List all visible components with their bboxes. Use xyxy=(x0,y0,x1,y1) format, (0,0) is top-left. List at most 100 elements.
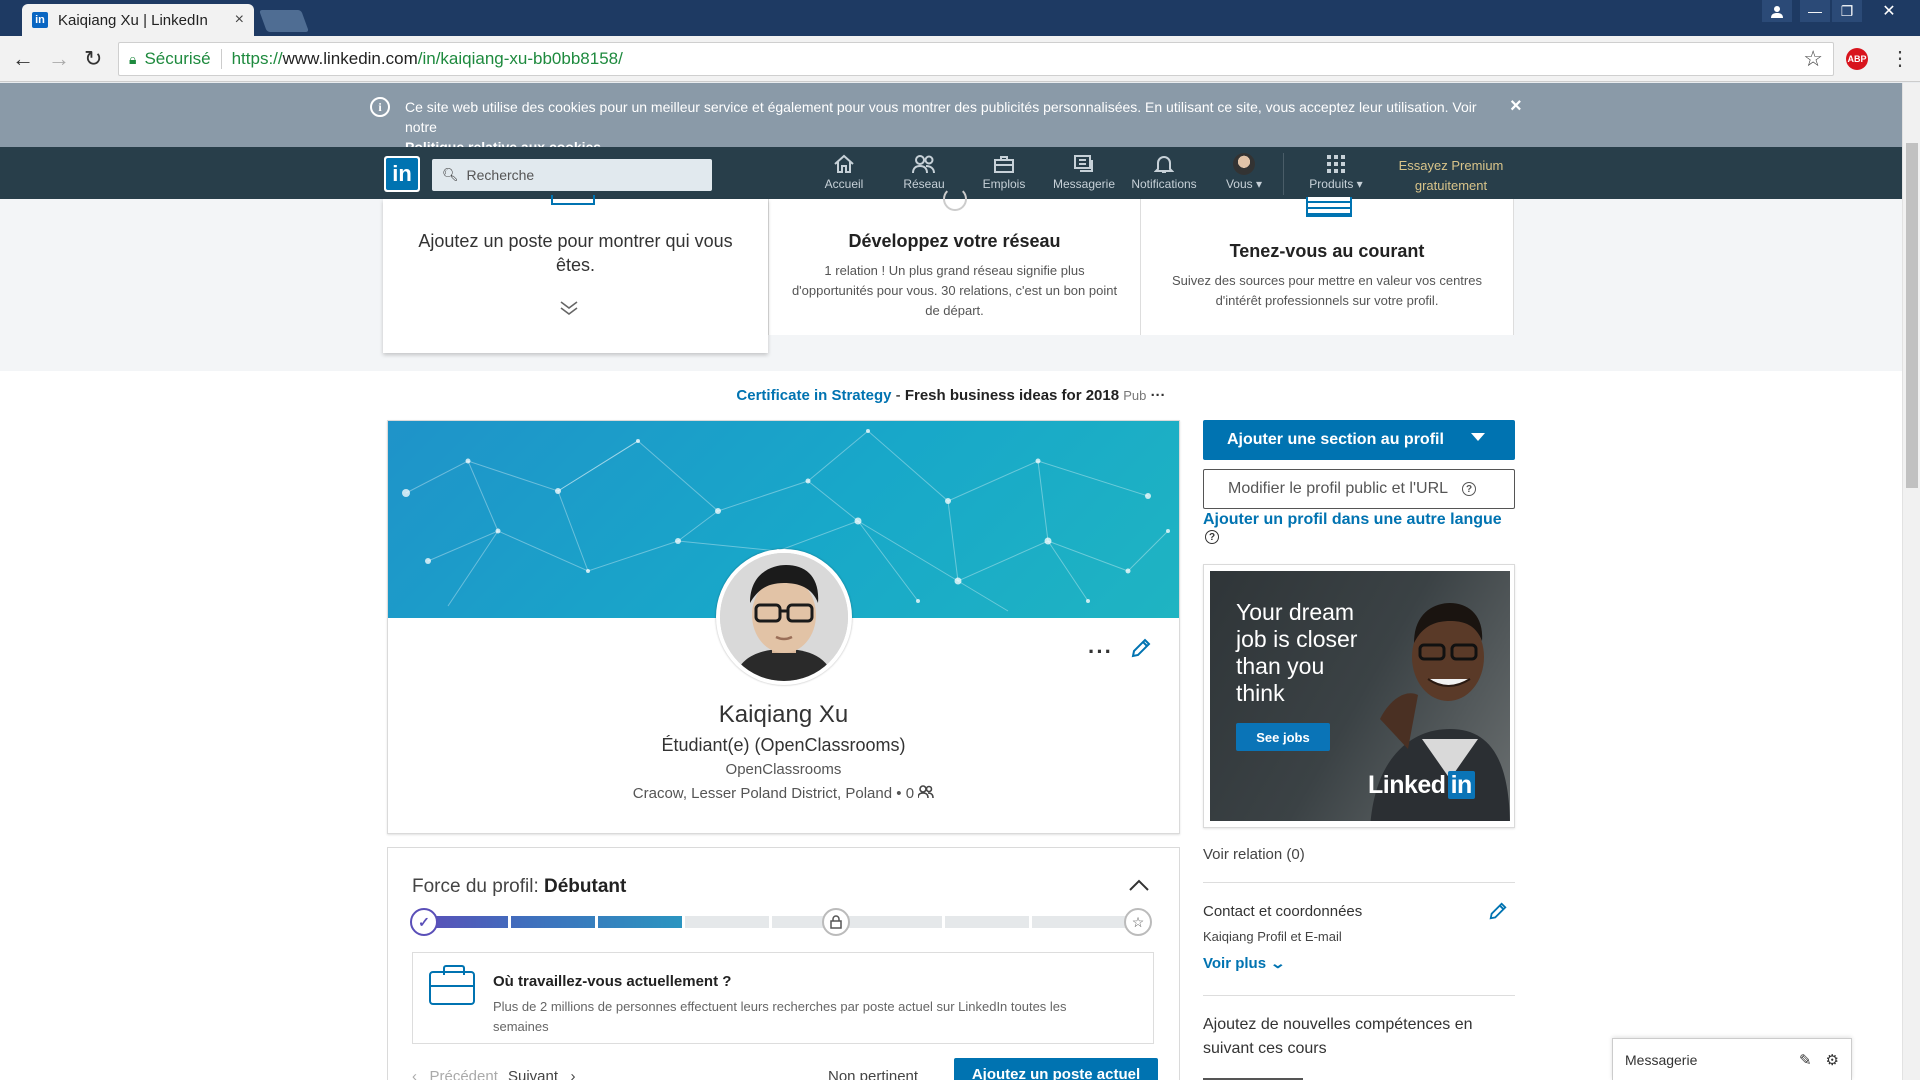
cookie-banner: i Ce site web utilise des cookies pour u… xyxy=(0,83,1902,155)
grow-network-card[interactable]: Développez votre réseau 1 relation ! Un … xyxy=(768,187,1140,335)
browser-tab[interactable]: in Kaiqiang Xu | LinkedIn × xyxy=(22,4,254,36)
adblock-icon[interactable]: ABP xyxy=(1846,48,1868,70)
scrollbar-thumb[interactable] xyxy=(1906,143,1918,488)
help-icon[interactable]: ? xyxy=(1205,530,1219,544)
info-icon: i xyxy=(370,97,390,117)
suggested-courses-title: Ajoutez de nouvelles compétences en suiv… xyxy=(1203,1016,1473,1057)
gear-icon[interactable]: ⚙ xyxy=(1826,1051,1839,1069)
profile-suggestion-cards: Développez votre réseau 1 relation ! Un … xyxy=(383,187,1514,353)
linkedin-logo[interactable]: in xyxy=(384,156,420,192)
profile-photo-image xyxy=(720,553,848,681)
position-card-icon xyxy=(551,195,595,205)
premium-link[interactable]: Essayez Premium gratuitement xyxy=(1386,156,1516,196)
see-jobs-button[interactable]: See jobs xyxy=(1236,723,1330,751)
add-position-card[interactable]: Ajoutez un poste pour montrer qui vous ê… xyxy=(383,195,768,353)
url-text[interactable]: https://www.linkedin.com/in/kaiqiang-xu-… xyxy=(232,49,1804,69)
nav-messaging[interactable]: Messagerie xyxy=(1046,151,1122,197)
address-bar[interactable]: 🔒︎ Sécurisé https://www.linkedin.com/in/… xyxy=(118,42,1834,76)
add-language-profile-link[interactable]: Ajouter un profil dans une autre langue xyxy=(1203,511,1515,529)
previous-label: Précédent xyxy=(429,1068,498,1080)
messaging-icon xyxy=(1073,151,1095,177)
ad-more-icon[interactable]: ··· xyxy=(1151,387,1166,404)
minimize-icon[interactable]: — xyxy=(1800,0,1830,22)
suggestion-desc: Plus de 2 millions de personnes effectue… xyxy=(493,999,1067,1034)
next-label: Suivant xyxy=(508,1068,559,1080)
grid-icon xyxy=(1327,151,1345,177)
lock-milestone-icon xyxy=(822,908,850,936)
tab-close-icon[interactable]: × xyxy=(235,11,244,29)
browser-menu-icon[interactable]: ⋮ xyxy=(1890,46,1910,71)
back-arrow-icon[interactable]: ← xyxy=(12,46,34,72)
edit-pencil-icon[interactable] xyxy=(1130,637,1152,665)
search-input[interactable]: 🔍︎ Recherche xyxy=(432,159,712,191)
profile-headline: Étudiant(e) (OpenClassrooms) xyxy=(661,735,906,755)
profile-location-row: Cracow, Lesser Poland District, Poland •… xyxy=(388,785,1179,802)
nav-home[interactable]: Accueil xyxy=(806,151,882,197)
page-viewport: i Ce site web utilise des cookies pour u… xyxy=(0,83,1902,1080)
sponsored-ad-line[interactable]: Certificate in Strategy - Fresh business… xyxy=(0,387,1902,404)
add-profile-section-button[interactable]: Ajouter une section au profil xyxy=(1203,420,1515,460)
nav-jobs[interactable]: Emplois xyxy=(966,151,1042,197)
user-profile-icon[interactable] xyxy=(1762,0,1792,22)
nav-notifications[interactable]: Notifications xyxy=(1126,151,1202,197)
meter-segment-gap xyxy=(508,916,511,928)
messaging-overlay[interactable]: Messagerie ✎ ⚙ xyxy=(1612,1038,1852,1080)
wordmark-linked: Linked xyxy=(1368,771,1446,799)
bookmark-star-icon[interactable]: ☆ xyxy=(1803,46,1823,72)
connection-count[interactable]: 0 xyxy=(906,785,914,802)
edit-public-profile-button[interactable]: Modifier le profil public et l'URL ? xyxy=(1203,469,1515,509)
add-current-position-button[interactable]: Ajoutez un poste actuel xyxy=(954,1058,1158,1080)
add-section-label: Ajouter une section au profil xyxy=(1227,431,1444,448)
compose-icon[interactable]: ✎ xyxy=(1799,1051,1812,1069)
chevron-down-icon[interactable] xyxy=(558,299,580,322)
news-card-title: Tenez-vous au courant xyxy=(1229,241,1425,261)
connections-icon xyxy=(917,785,935,802)
profile-company[interactable]: OpenClassrooms xyxy=(388,761,1179,778)
forward-arrow-icon[interactable]: → xyxy=(48,46,70,72)
tab-title: Kaiqiang Xu | LinkedIn xyxy=(58,11,208,29)
new-tab-button[interactable] xyxy=(258,10,310,32)
home-icon xyxy=(833,151,855,177)
dot-separator: • xyxy=(896,785,906,802)
chevron-up-icon[interactable] xyxy=(1128,872,1150,898)
see-connections-link[interactable]: Voir relation (0) xyxy=(1203,846,1305,863)
browser-titlebar: in Kaiqiang Xu | LinkedIn × — ❐ ✕ xyxy=(0,0,1920,36)
nav-me[interactable]: Vous ▾ xyxy=(1206,151,1282,197)
cookie-message: Ce site web utilise des cookies pour un … xyxy=(405,99,1477,135)
linkedin-logo-mark: in xyxy=(386,158,418,190)
strength-label: Force du profil: xyxy=(412,876,544,897)
see-more-label: Voir plus xyxy=(1203,955,1267,972)
ad-link[interactable]: Certificate in Strategy xyxy=(736,387,891,404)
search-icon: 🔍︎ xyxy=(442,167,459,182)
profile-strength-fill xyxy=(422,916,685,928)
meter-segment-gap xyxy=(682,916,685,928)
profile-photo[interactable] xyxy=(716,549,852,685)
previous-button[interactable]: ‹ Précédent xyxy=(412,1068,498,1080)
nav-messaging-label: Messagerie xyxy=(1052,177,1116,191)
rail-divider xyxy=(1203,995,1515,996)
stay-informed-card[interactable]: Tenez-vous au courant Suivez des sources… xyxy=(1140,197,1514,335)
meter-segment-gap xyxy=(595,916,598,928)
header-divider xyxy=(1283,153,1284,195)
ad-separator: - xyxy=(891,387,905,404)
jobs-ad-card[interactable]: Your dream job is closer than you think … xyxy=(1203,564,1515,828)
network-icon xyxy=(912,151,936,177)
help-icon[interactable]: ? xyxy=(1462,482,1477,496)
nav-jobs-label: Emplois xyxy=(982,177,1026,191)
profile-more-icon[interactable]: ··· xyxy=(1088,639,1113,665)
see-more-link[interactable]: Voir plus ⌄ xyxy=(1203,955,1286,972)
edit-public-label: Modifier le profil public et l'URL xyxy=(1228,480,1449,497)
nav-products[interactable]: Produits ▾ xyxy=(1298,151,1374,197)
ad-title[interactable]: Fresh business ideas for 2018 xyxy=(905,387,1119,404)
cookie-close-icon[interactable]: × xyxy=(1510,95,1522,118)
current-position-suggestion: Où travaillez-vous actuellement ? Plus d… xyxy=(412,952,1154,1044)
window-close-icon[interactable]: ✕ xyxy=(1864,0,1914,22)
edit-contact-pencil-icon[interactable] xyxy=(1488,901,1508,927)
not-relevant-button[interactable]: Non pertinent xyxy=(828,1068,918,1080)
page-scrollbar[interactable] xyxy=(1902,83,1920,1080)
reload-icon[interactable]: ↻ xyxy=(84,46,102,72)
news-card-desc: Suivez des sources pour mettre en valeur… xyxy=(1172,273,1482,308)
jobs-ad-image: Your dream job is closer than you think … xyxy=(1210,571,1510,821)
restore-icon[interactable]: ❐ xyxy=(1832,0,1862,22)
next-button[interactable]: Suivant › xyxy=(508,1068,576,1080)
